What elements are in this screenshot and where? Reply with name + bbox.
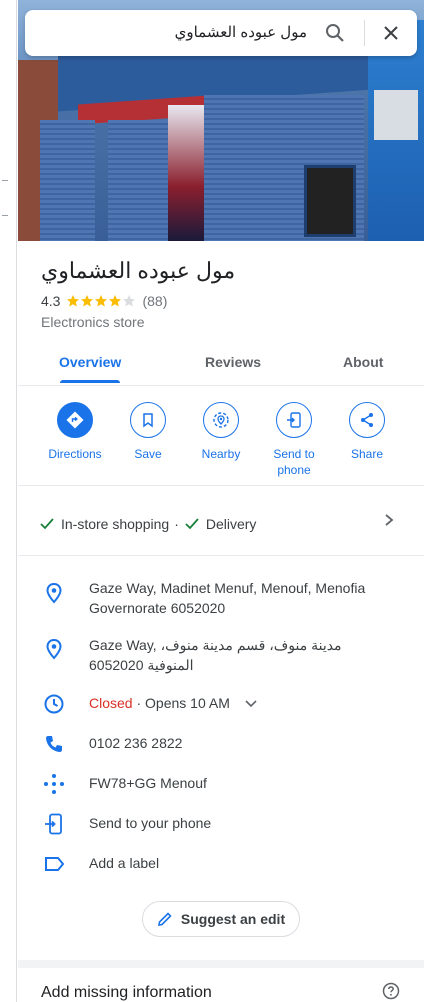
rating-score: 4.3 <box>41 293 61 309</box>
check-icon <box>40 518 54 530</box>
share-label: Share <box>350 447 384 461</box>
plus-code-text: FW78+GG Menouf <box>89 775 207 791</box>
map-edge[interactable] <box>0 0 17 1002</box>
directions-label: Directions <box>48 447 102 461</box>
nearby-icon <box>203 402 239 438</box>
send-to-phone-icon <box>43 813 65 835</box>
directions-button[interactable]: Directions <box>37 402 113 462</box>
search-box[interactable]: مول عبوده العشماوي <box>25 10 417 56</box>
send-to-phone-icon <box>276 402 312 438</box>
address-arabic-text: Gaze Way, مدينة منوف، قسم مدينة منوف، ال… <box>89 637 342 673</box>
save-label: Save <box>134 447 162 461</box>
add-missing-info-title: Add missing information <box>41 984 212 1001</box>
directions-icon <box>57 402 93 438</box>
clock-icon <box>43 693 65 715</box>
reviews-count[interactable]: (88) <box>142 293 167 309</box>
nearby-button[interactable]: Nearby <box>183 402 259 462</box>
chevron-right-icon[interactable] <box>382 513 396 532</box>
tab-reviews[interactable]: Reviews <box>205 354 261 370</box>
action-buttons: Directions Save Nearby Send to phone Sha… <box>18 386 424 486</box>
suggest-edit-button[interactable]: Suggest an edit <box>142 901 300 937</box>
location-pin-icon <box>43 638 65 660</box>
help-icon[interactable] <box>382 982 400 1002</box>
share-button[interactable]: Share <box>329 402 405 462</box>
hours-status: Closed <box>89 695 133 711</box>
place-panel: مول عبوده العشماوي مول عبوده العشماوي 4.… <box>18 0 424 1002</box>
amenity-delivery: Delivery <box>205 516 257 532</box>
tab-overview[interactable]: Overview <box>59 354 121 370</box>
suggest-edit-label: Suggest an edit <box>180 911 286 927</box>
bookmark-icon <box>130 402 166 438</box>
tab-bar: Overview Reviews About <box>18 340 424 386</box>
amenities-row[interactable]: In-store shopping · Delivery <box>18 486 424 556</box>
location-pin-icon <box>43 582 65 604</box>
phone-number: 0102 236 2822 <box>89 735 183 751</box>
place-category[interactable]: Electronics store <box>41 314 144 330</box>
send-to-phone-text: Send to your phone <box>89 815 212 831</box>
star-rating <box>66 294 136 308</box>
chevron-down-icon[interactable] <box>244 697 258 716</box>
place-title: مول عبوده العشماوي <box>41 258 236 283</box>
check-icon <box>185 518 199 530</box>
hours-next-open: · Opens 10 AM <box>132 695 230 711</box>
send-to-phone-label: Send to phone <box>273 447 315 477</box>
active-tab-indicator <box>60 380 120 383</box>
plus-code-icon <box>43 773 65 795</box>
nearby-label: Nearby <box>201 447 241 461</box>
pencil-icon <box>157 912 172 926</box>
add-missing-info-section[interactable]: Add missing information <box>18 960 424 1002</box>
address-text: Gaze Way, Madinet Menuf, Menouf, Menofia… <box>89 580 366 616</box>
save-button[interactable]: Save <box>110 402 186 462</box>
label-icon <box>43 853 65 875</box>
amenity-separator: · <box>174 516 179 532</box>
rating-row[interactable]: 4.3 (88) <box>41 293 167 309</box>
stars-icon <box>67 295 136 307</box>
amenity-in-store: In-store shopping <box>61 516 170 532</box>
share-icon <box>349 402 385 438</box>
add-label-text: Add a label <box>89 855 160 871</box>
send-to-phone-button[interactable]: Send to phone <box>256 402 332 478</box>
tab-about[interactable]: About <box>343 354 383 370</box>
search-input[interactable]: مول عبوده العشماوي <box>175 23 307 41</box>
phone-icon <box>43 733 65 755</box>
search-icon[interactable] <box>323 21 347 45</box>
search-divider <box>364 20 365 46</box>
close-icon[interactable] <box>379 21 403 45</box>
